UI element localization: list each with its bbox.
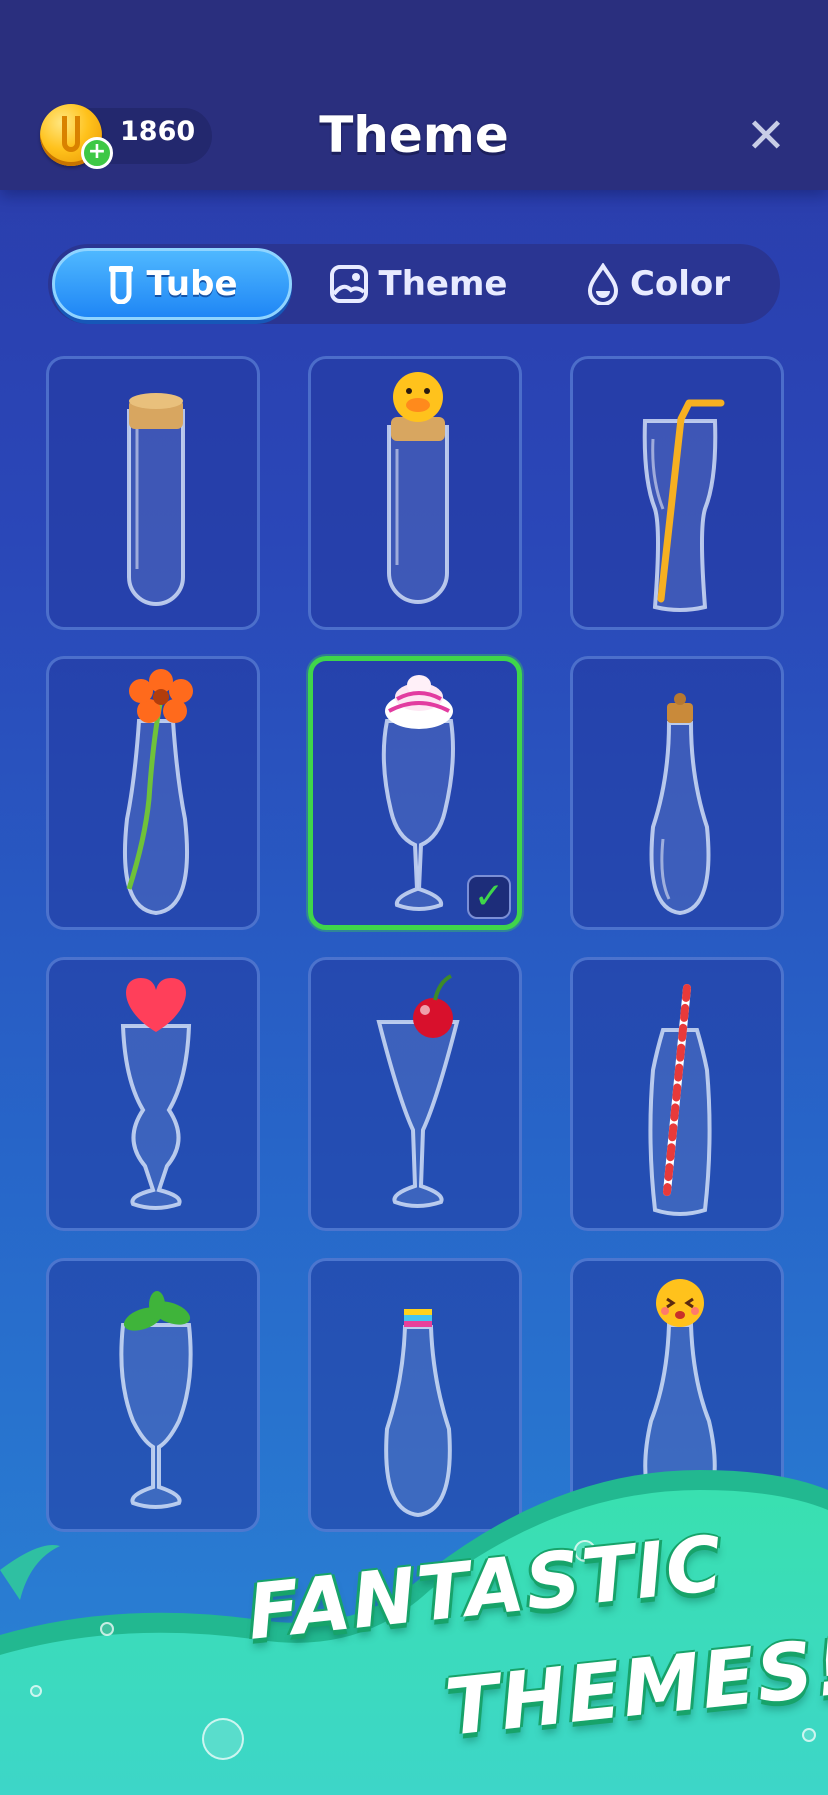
tube-icon [109, 266, 134, 304]
cherry-icon [413, 998, 453, 1038]
duck-test-tube-image [387, 372, 449, 604]
tube-card-whipped-cream-glass[interactable]: ✓ [308, 656, 522, 930]
tab-theme[interactable]: Theme [298, 248, 538, 320]
tube-card-cherry-glass[interactable] [308, 957, 522, 1231]
tube-card-heart-glass[interactable] [46, 957, 260, 1231]
emoji-icon [656, 1279, 704, 1327]
straw-glass-image [642, 399, 725, 612]
flower-vase-image [122, 669, 193, 916]
selected-check-icon: ✓ [467, 875, 511, 919]
drop-icon [587, 263, 618, 305]
tube-card-striped-straw-bottle[interactable] [570, 957, 784, 1231]
tube-card-cork-bottle[interactable] [570, 656, 784, 930]
tab-color[interactable]: Color [538, 248, 778, 320]
cork-bottle-image [649, 693, 711, 916]
duck-icon [393, 372, 443, 422]
striped-straw-bottle-image [648, 984, 712, 1216]
bubble-decoration [202, 1718, 244, 1760]
page-title: Theme [319, 106, 509, 164]
heart-glass-image [120, 978, 192, 1210]
heart-icon [126, 978, 186, 1032]
bubble-decoration [802, 1728, 816, 1742]
tube-card-cork-test-tube[interactable] [46, 356, 260, 630]
bubble-decoration [100, 1622, 114, 1636]
cork-test-tube-image [127, 393, 185, 606]
tab-bar: Tube Theme Color [48, 244, 780, 324]
tube-card-straw-glass[interactable] [570, 356, 784, 630]
tab-theme-label: Theme [378, 264, 508, 304]
picture-icon [329, 265, 368, 303]
bubble-decoration [30, 1685, 42, 1697]
tab-color-label: Color [629, 264, 731, 304]
tube-card-duck-test-tube[interactable] [308, 356, 522, 630]
tube-card-flower-vase[interactable] [46, 656, 260, 930]
tab-tube-label: Tube [146, 264, 238, 304]
close-button[interactable]: ✕ [744, 112, 788, 160]
tab-tube[interactable]: Tube [52, 248, 292, 320]
cherry-glass-image [376, 974, 460, 1208]
